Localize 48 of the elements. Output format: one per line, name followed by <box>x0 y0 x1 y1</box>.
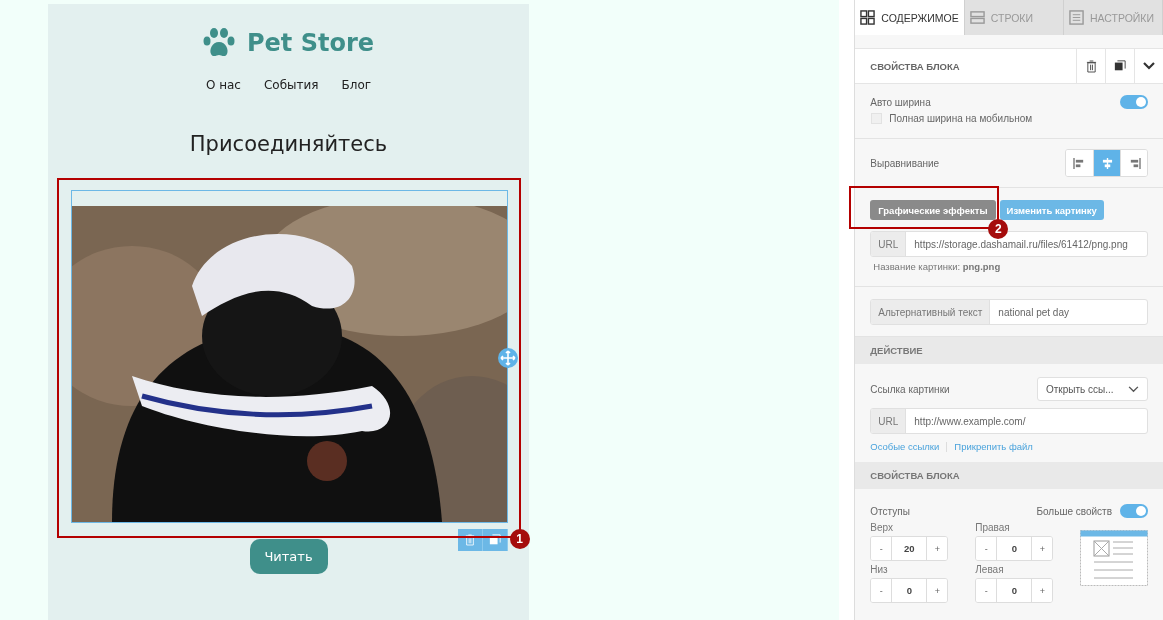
image-name-text: Название картинки: png.png <box>872 261 1002 272</box>
more-properties-toggle[interactable] <box>1120 504 1148 518</box>
chevron-down-icon <box>1128 385 1139 393</box>
align-center-icon <box>1100 157 1114 169</box>
delete-button[interactable] <box>457 529 483 551</box>
nav-link[interactable]: События <box>263 78 319 92</box>
trash-icon <box>464 534 475 546</box>
padding-label: Верх <box>870 522 894 533</box>
chevron-down-icon <box>1143 62 1155 70</box>
nav-link[interactable]: Блог <box>341 78 372 92</box>
grid-icon <box>860 10 876 25</box>
more-properties-label: Больше свойств <box>1036 505 1112 517</box>
panel-tab[interactable]: СОДЕРЖИМОЕ <box>855 0 965 35</box>
section-header: ДЕЙСТВИЕ <box>855 337 1163 364</box>
logo-text: Pet Store <box>246 29 375 57</box>
read-button[interactable]: Читать <box>249 539 328 574</box>
alt-text-field[interactable]: Альтернативный текст national pet day <box>870 299 1148 325</box>
padding-label: Левая <box>975 564 1005 575</box>
copy-icon <box>1114 60 1126 72</box>
auto-width-label: Авто ширина <box>870 96 931 108</box>
paw-icon <box>202 28 235 58</box>
callout-badge: 1 <box>509 529 530 549</box>
document-icon <box>1068 10 1084 25</box>
paddings-label: Отступы <box>870 505 910 517</box>
nav-link[interactable]: О нас <box>205 78 241 92</box>
graphic-effects-button[interactable]: Графические эффекты <box>870 200 996 220</box>
field-prefix: Альтернативный текст <box>871 300 991 324</box>
link-url-field[interactable]: URL http://www.example.com/ <box>870 408 1148 434</box>
link-action-dropdown[interactable]: Открыть ссы... <box>1037 377 1148 401</box>
align-right-button[interactable] <box>1120 150 1147 176</box>
layout-preview-drawing <box>1080 530 1148 586</box>
field-prefix: URL <box>871 409 907 433</box>
image-link-label: Ссылка картинки <box>870 383 950 395</box>
move-handle-icon[interactable] <box>497 348 518 368</box>
auto-width-toggle[interactable] <box>1120 95 1148 109</box>
padding-label: Низ <box>870 564 889 575</box>
checkbox-label: Полная ширина на мобильном <box>889 113 1033 124</box>
copy-icon <box>488 534 501 546</box>
email-heading: Присоединяйтесь <box>189 132 388 156</box>
rows-icon <box>969 10 985 25</box>
padding-label: Правая <box>975 522 1011 533</box>
trash-icon <box>1085 59 1097 73</box>
alignment-label: Выравнивание <box>870 157 940 169</box>
field-prefix: URL <box>871 232 907 256</box>
block-title: СВОЙСТВА БЛОКА <box>869 60 961 72</box>
align-left-icon <box>1073 157 1086 169</box>
align-center-button[interactable] <box>1093 150 1120 176</box>
section-header: СВОЙСТВА БЛОКА <box>855 462 1163 489</box>
